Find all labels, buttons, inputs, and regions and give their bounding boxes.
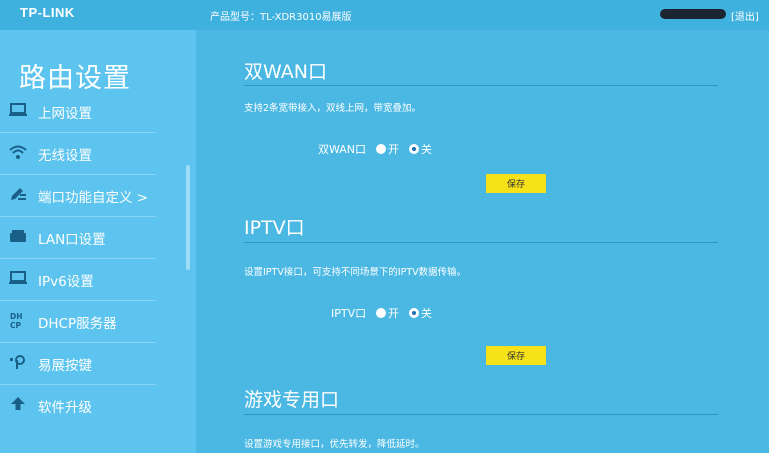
sidebar-item-label: LAN口设置: [38, 232, 106, 248]
save-button-iptv[interactable]: 保存: [486, 346, 546, 365]
section-divider: [244, 242, 718, 243]
sidebar-item-dhcp[interactable]: DH CP DHCP服务器: [0, 301, 156, 343]
sidebar-item-label: 软件升级: [38, 400, 92, 416]
dual-wan-off-label: 关: [421, 143, 432, 156]
main-content: 双WAN口 支持2条宽带接入，双线上网，带宽叠加。 双WAN口 开 关 保存 I…: [196, 30, 769, 453]
iptv-on-radio[interactable]: [376, 308, 386, 318]
dual-wan-on-label: 开: [388, 143, 399, 156]
section-desc-dual-wan: 支持2条宽带接入，双线上网，带宽叠加。: [244, 103, 422, 114]
product-model: 产品型号：TL-XDR3010易展版: [210, 12, 352, 23]
dhcp-icon: DH CP: [10, 312, 23, 330]
dual-wan-off-radio[interactable]: [409, 144, 419, 154]
tp-link-logo: TP-LINK: [20, 5, 75, 20]
sidebar-item-lan[interactable]: LAN口设置: [0, 217, 156, 259]
top-bar: TP-LINK 产品型号：TL-XDR3010易展版 [退出]: [0, 0, 769, 30]
svg-text:CP: CP: [10, 321, 22, 330]
section-title-dual-wan: 双WAN口: [244, 61, 327, 83]
account-name-redacted: [660, 9, 726, 19]
router-icon: [10, 230, 26, 242]
sidebar-item-label: 上网设置: [38, 106, 92, 122]
sidebar-item-label: 无线设置: [38, 148, 92, 164]
iptv-off-radio[interactable]: [409, 308, 419, 318]
section-title-game-port: 游戏专用口: [244, 389, 340, 411]
svg-text:DH: DH: [10, 312, 23, 321]
sidebar-item-label: 端口功能自定义 >: [38, 190, 149, 206]
key-icon: [10, 355, 25, 369]
sidebar-item-port-custom[interactable]: 端口功能自定义 >: [0, 175, 156, 217]
sidebar-item-label: IPv6设置: [38, 274, 94, 290]
iptv-off-label: 关: [421, 307, 432, 320]
section-divider: [244, 414, 718, 415]
section-divider: [244, 85, 718, 86]
dual-wan-on-radio[interactable]: [376, 144, 386, 154]
logout-link[interactable]: [退出]: [731, 8, 759, 23]
wifi-icon: [9, 145, 27, 159]
laptop-icon: [9, 103, 27, 116]
sidebar: 路由设置 上网设置 无线设置 端口功能自定义 > LAN口设置 IPv6设置 D…: [0, 30, 196, 453]
dual-wan-label: 双WAN口: [318, 143, 367, 156]
save-button-dual-wan[interactable]: 保存: [486, 174, 546, 193]
sidebar-scrollbar[interactable]: [186, 165, 190, 270]
sidebar-title: 路由设置: [19, 63, 131, 94]
sidebar-item-ipv6[interactable]: IPv6设置: [0, 259, 156, 301]
iptv-label: IPTV口: [331, 307, 367, 320]
pencil-icon: [11, 188, 26, 200]
section-desc-iptv: 设置IPTV接口，可支持不同场景下的IPTV数据传输。: [244, 267, 467, 278]
sidebar-item-label: DHCP服务器: [38, 316, 117, 332]
sidebar-item-label: 易展按键: [38, 358, 92, 374]
section-desc-game-port: 设置游戏专用接口，优先转发，降低延时。: [244, 439, 425, 450]
section-title-iptv: IPTV口: [244, 217, 305, 239]
sidebar-item-easy-mesh-key[interactable]: 易展按键: [0, 343, 156, 385]
sidebar-item-wireless[interactable]: 无线设置: [0, 133, 156, 175]
sidebar-item-upgrade[interactable]: 软件升级: [0, 385, 156, 426]
upload-arrow-icon: [11, 397, 25, 410]
laptop-icon: [9, 271, 27, 284]
iptv-on-label: 开: [388, 307, 399, 320]
sidebar-item-internet[interactable]: 上网设置: [0, 91, 156, 133]
